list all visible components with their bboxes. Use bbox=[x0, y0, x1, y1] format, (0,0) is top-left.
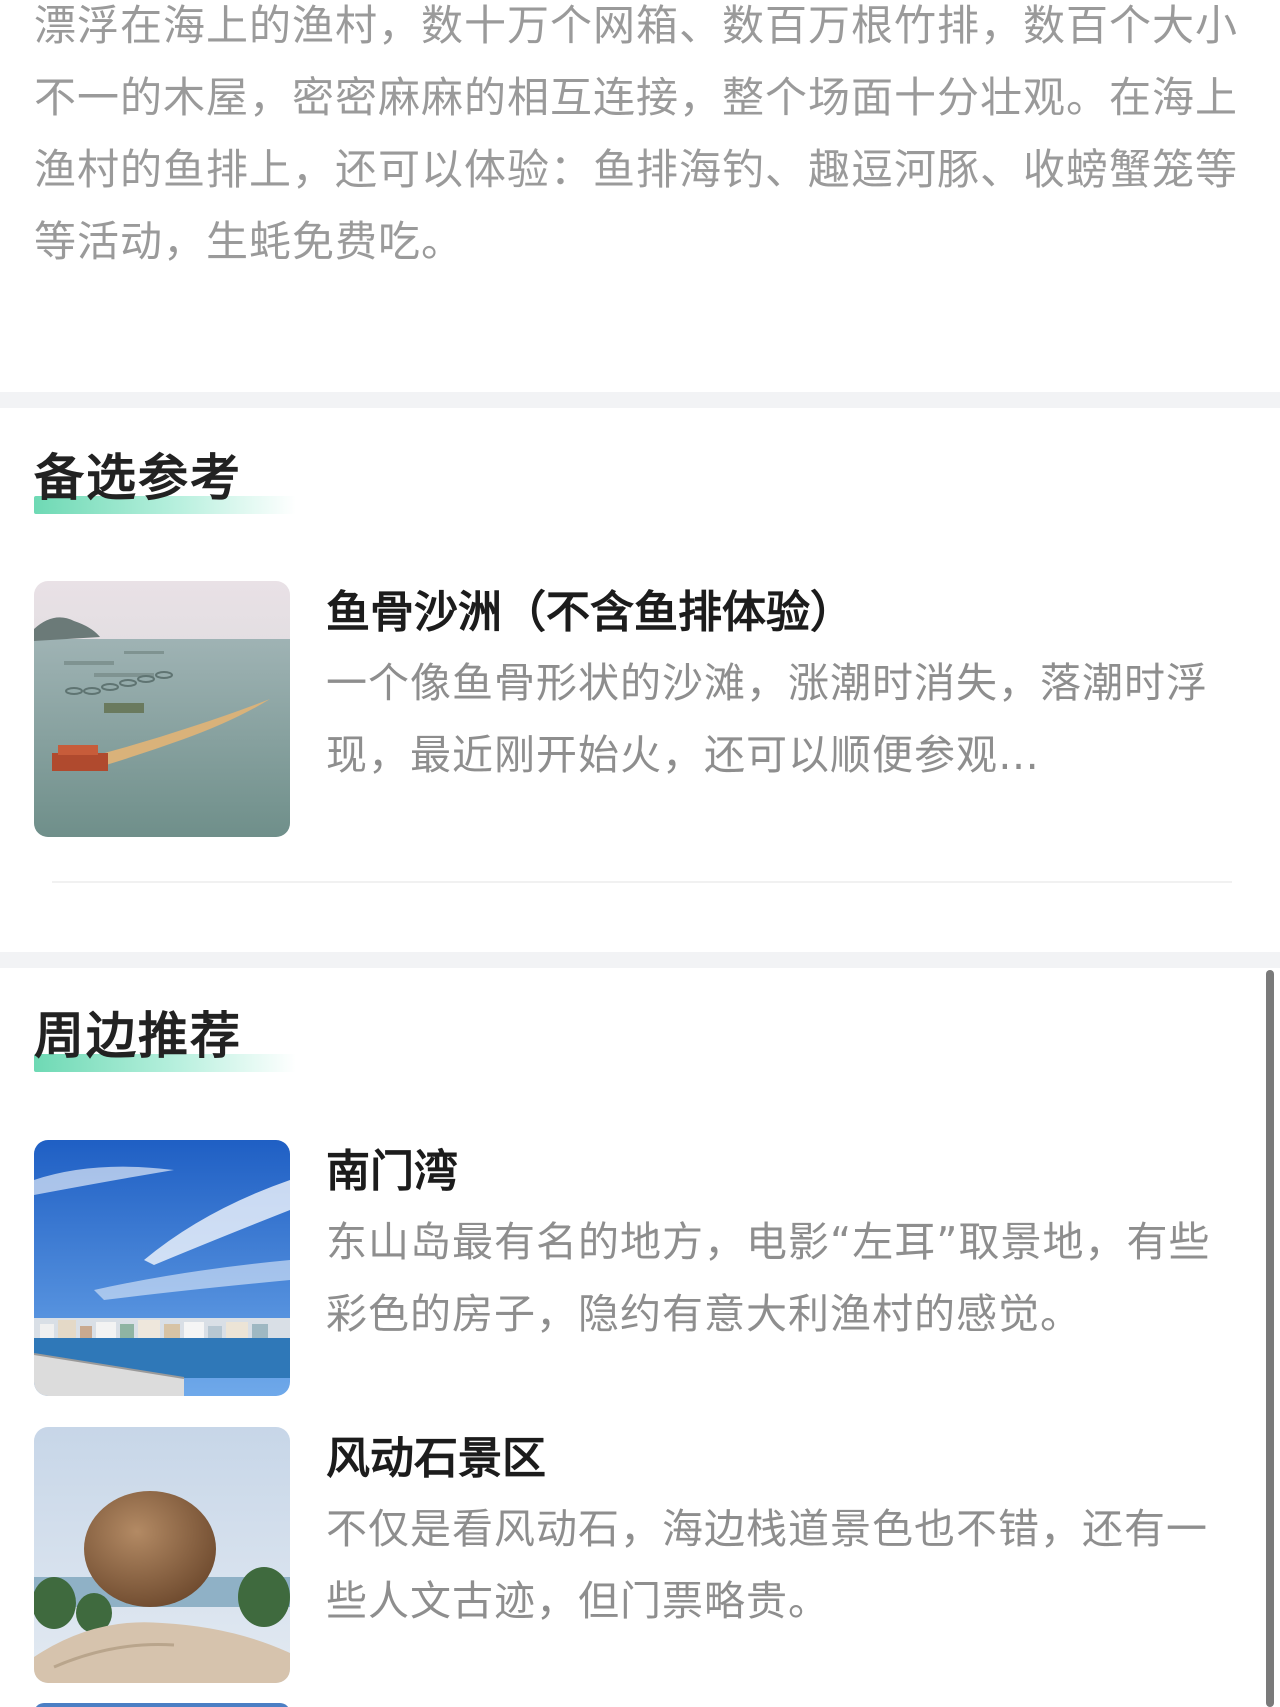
next-item-thumbnail-peek bbox=[34, 1703, 290, 1707]
section-divider bbox=[0, 392, 1280, 408]
wind-moving-stone-photo bbox=[34, 1427, 290, 1683]
item-description: 不仅是看风动石，海边栈道景色也不错，还有一些人文古迹，但门票略贵。 bbox=[326, 1505, 1208, 1625]
item-description: 东山岛最有名的地方，电影“左耳”取景地，有些彩色的房子，隐约有意大利渔村的感觉。 bbox=[326, 1218, 1211, 1338]
alternatives-header: 备选参考 bbox=[34, 442, 296, 514]
scrollbar[interactable] bbox=[1266, 970, 1274, 1707]
item-title: 南门湾 bbox=[326, 1146, 458, 1197]
item-title: 风动石景区 bbox=[326, 1433, 546, 1484]
item-title: 鱼骨沙洲（不含鱼排体验） bbox=[326, 587, 854, 638]
section-title: 周边推荐 bbox=[34, 1007, 242, 1065]
intro-section: 漂浮在海上的渔村，数十万个网箱、数百万根竹排，数百个大小不一的木屋，密密麻麻的相… bbox=[0, 0, 1280, 392]
item-description: 一个像鱼骨形状的沙滩，涨潮时消失，落潮时浮现，最近刚开始火，还可以顺便参观… bbox=[326, 659, 1208, 779]
list-item-nanmen-bay[interactable]: 南门湾 东山岛最有名的地方，电影“左耳”取景地，有些彩色的房子，隐约有意大利渔村… bbox=[34, 1140, 1234, 1398]
item-separator bbox=[52, 881, 1232, 883]
intro-paragraph: 漂浮在海上的渔村，数十万个网箱、数百万根竹排，数百个大小不一的木屋，密密麻麻的相… bbox=[34, 1, 1239, 266]
page: 漂浮在海上的渔村，数十万个网箱、数百万根竹排，数百个大小不一的木屋，密密麻麻的相… bbox=[0, 0, 1280, 1707]
nearby-header: 周边推荐 bbox=[34, 1000, 296, 1072]
fishbone-sandbar-photo bbox=[34, 581, 290, 837]
list-item-fishbone-sandbar[interactable]: 鱼骨沙洲（不含鱼排体验） 一个像鱼骨形状的沙滩，涨潮时消失，落潮时浮现，最近刚开… bbox=[34, 581, 1234, 839]
section-title: 备选参考 bbox=[34, 449, 242, 507]
nanmen-bay-photo bbox=[34, 1140, 290, 1396]
list-item-wind-moving-stone[interactable]: 风动石景区 不仅是看风动石，海边栈道景色也不错，还有一些人文古迹，但门票略贵。 bbox=[34, 1427, 1234, 1685]
section-divider bbox=[0, 952, 1280, 968]
